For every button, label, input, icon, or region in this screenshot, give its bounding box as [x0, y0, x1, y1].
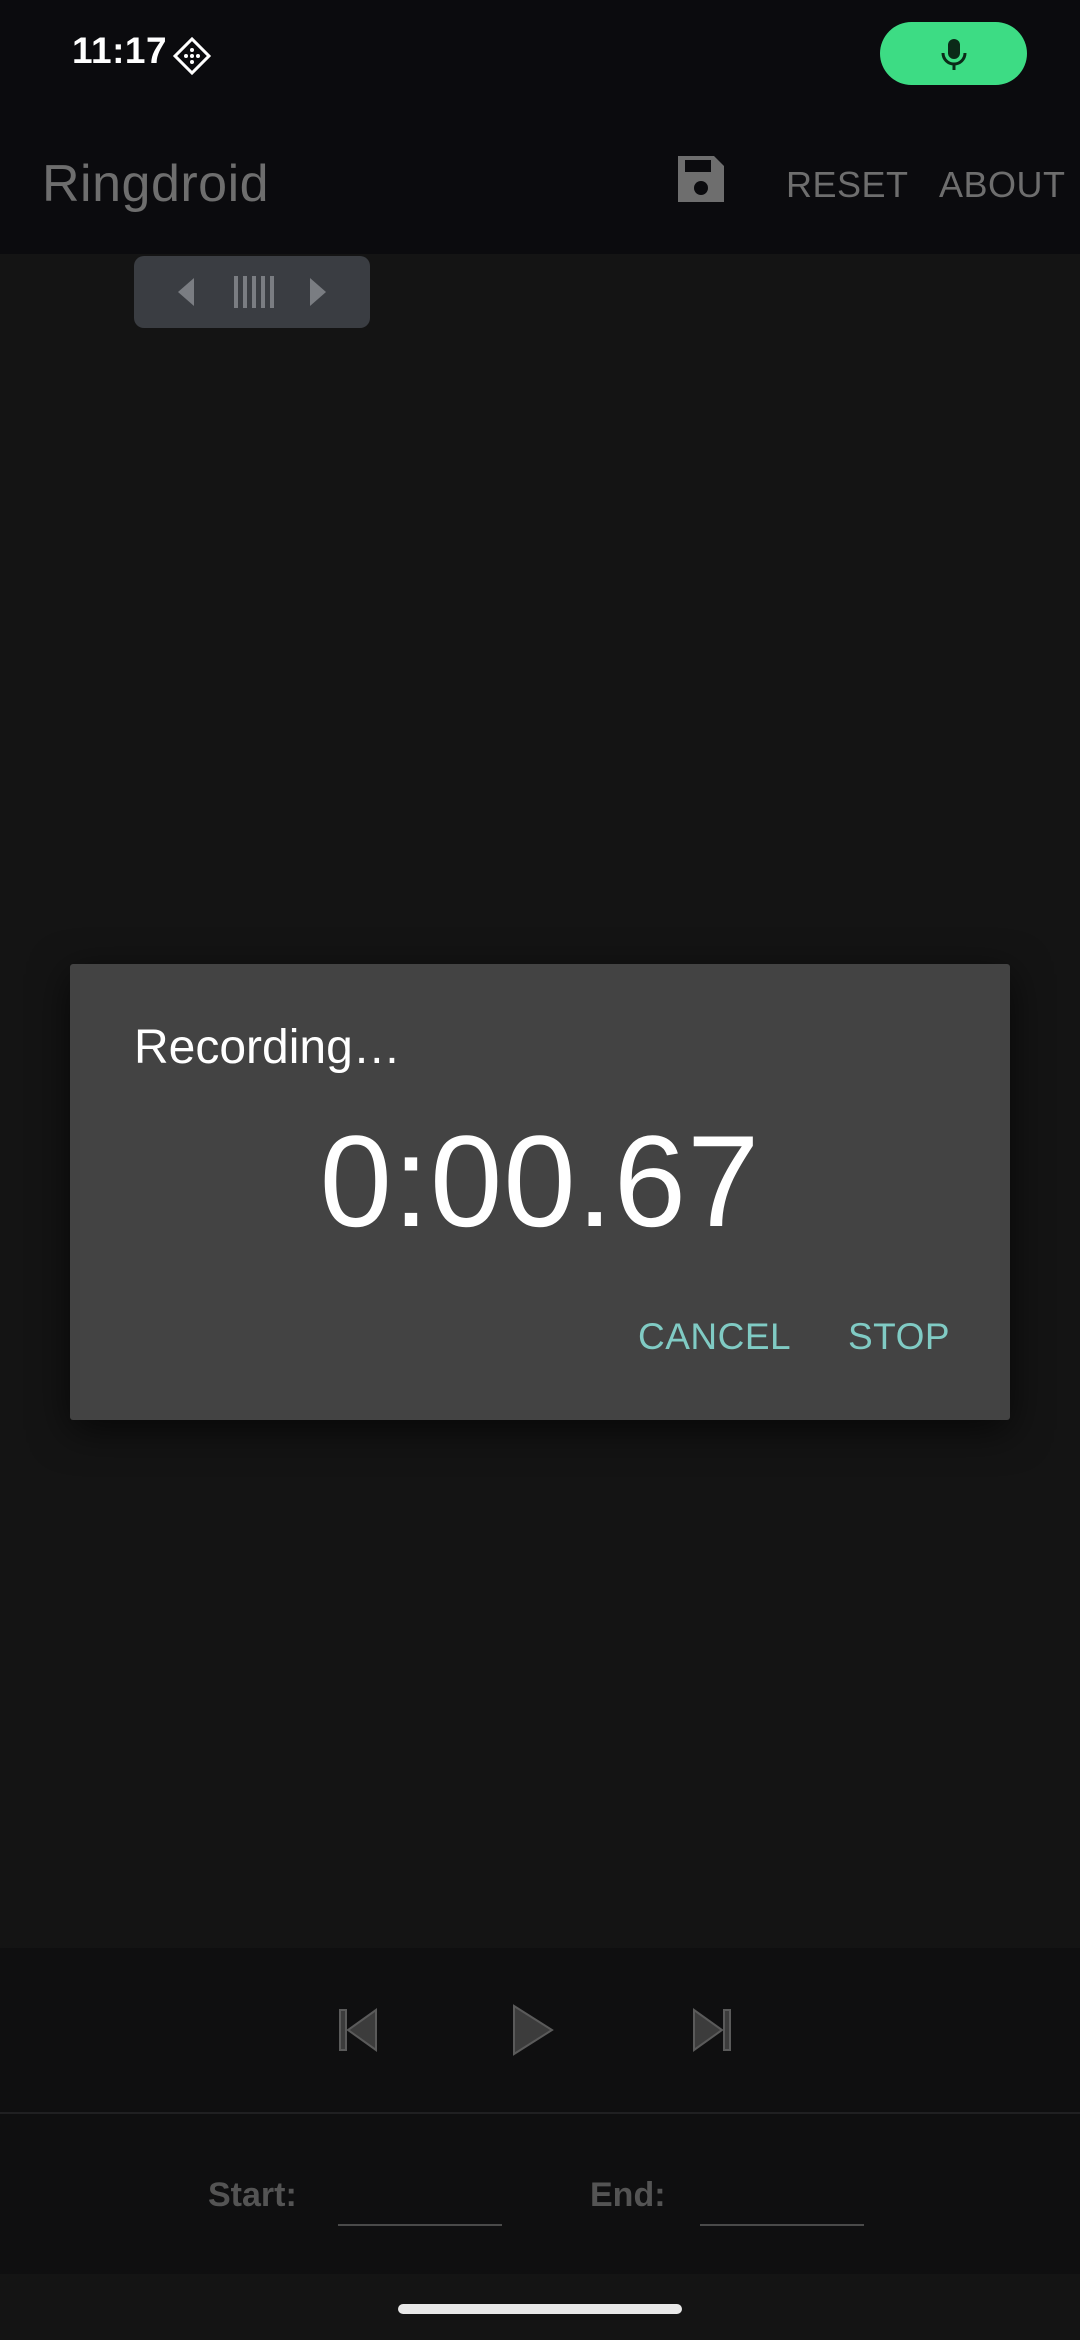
skip-previous-icon — [339, 2008, 377, 2052]
floppy-disk-icon[interactable] — [674, 152, 728, 206]
gesture-nav-handle[interactable] — [398, 2304, 682, 2314]
marker-bar: Start: End: — [0, 2114, 1080, 2274]
zoom-control[interactable] — [134, 256, 370, 328]
skip-previous-button[interactable] — [298, 1948, 418, 2112]
start-label: Start: — [208, 2176, 297, 2214]
cancel-button[interactable]: CANCEL — [638, 1316, 791, 1358]
transport-bar — [0, 1948, 1080, 2112]
recording-dialog: Recording… 0:00.67 CANCEL STOP — [70, 964, 1010, 1420]
recording-timer: 0:00.67 — [319, 1108, 761, 1254]
play-button[interactable] — [472, 1948, 592, 2112]
chevron-left-icon[interactable] — [172, 256, 202, 328]
reset-button[interactable]: RESET — [786, 164, 909, 206]
play-icon — [513, 2004, 554, 2056]
app-bar: Ringdroid RESET ABOUT — [0, 108, 1080, 254]
end-field[interactable] — [700, 2170, 864, 2226]
grip-lines-icon[interactable] — [232, 256, 274, 328]
mic-icon — [941, 39, 967, 70]
status-time: 11:17 — [72, 30, 168, 71]
diamond-grid-icon — [172, 36, 212, 76]
end-label: End: — [590, 2176, 666, 2214]
skip-next-button[interactable] — [652, 1948, 772, 2112]
skip-next-icon — [693, 2008, 731, 2052]
start-field[interactable] — [338, 2170, 502, 2226]
stop-button[interactable]: STOP — [848, 1316, 950, 1358]
app-title: Ringdroid — [42, 155, 270, 213]
ringdroid-screen: 11:17 Ringdroid RESET ABOUT Start: End: … — [0, 0, 1080, 2340]
about-button[interactable]: ABOUT — [939, 164, 1066, 206]
mic-indicator[interactable] — [880, 22, 1027, 85]
status-bar: 11:17 — [0, 0, 1080, 108]
dialog-title: Recording… — [134, 1021, 401, 1074]
chevron-right-icon[interactable] — [302, 256, 332, 328]
